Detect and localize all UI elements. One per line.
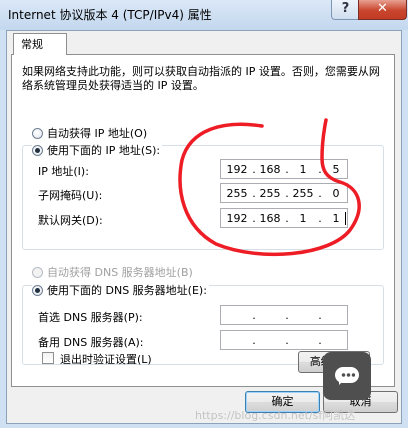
mask-octet-1: 255 [226, 187, 248, 200]
ip-octet-1: 192 [226, 163, 248, 176]
mask-octet-3: 255 [292, 187, 314, 200]
title-bar: Internet 协议版本 4 (TCP/IPv4) 属性 ? ✕ [0, 0, 408, 30]
auto-dns-radio[interactable] [32, 266, 43, 278]
octet-separator: . [252, 309, 256, 322]
validate-on-exit-label: 退出时验证设置(L) [60, 353, 152, 366]
alternate-dns-input[interactable]: . . . [220, 330, 348, 350]
gateway-octet-1: 192 [226, 212, 248, 225]
manual-ip-radio[interactable] [32, 144, 43, 156]
octet-separator: . [285, 309, 289, 322]
octet-separator: . [318, 334, 322, 347]
gateway-octet-3: 1 [299, 212, 307, 225]
general-tab-panel: 如果网络支持此功能，则可以获取自动指派的 IP 设置。否则，您需要从网络系统管理… [11, 54, 395, 387]
auto-dns-option[interactable]: 自动获得 DNS 服务器地址(B) [32, 264, 193, 280]
octet-separator: . [252, 163, 256, 176]
default-gateway-label: 默认网关(D): [38, 214, 103, 227]
manual-dns-radio[interactable] [32, 284, 43, 296]
subnet-mask-label: 子网掩码(U): [38, 189, 103, 202]
gateway-octet-2: 168 [259, 212, 281, 225]
close-icon: ✕ [377, 1, 388, 16]
preferred-dns-input[interactable]: . . . [220, 305, 348, 325]
octet-separator: . [318, 212, 322, 225]
description-text: 如果网络支持此功能，则可以获取自动指派的 IP 设置。否则，您需要从网络系统管理… [22, 65, 380, 92]
mask-octet-4: 0 [332, 187, 340, 200]
octet-separator: . [318, 163, 322, 176]
octet-separator: . [252, 187, 256, 200]
auto-ip-radio[interactable] [32, 127, 43, 139]
ip-octet-3: 1 [299, 163, 307, 176]
octet-separator: . [285, 163, 289, 176]
text-caret [345, 212, 346, 225]
close-button[interactable]: ✕ [358, 0, 407, 20]
tab-general[interactable]: 常规 [13, 33, 67, 55]
mask-octet-2: 255 [259, 187, 281, 200]
ip-octet-4: 5 [332, 163, 340, 176]
auto-dns-label: 自动获得 DNS 服务器地址(B) [47, 266, 193, 279]
auto-ip-option[interactable]: 自动获得 IP 地址(O) [32, 125, 147, 141]
octet-separator: . [285, 212, 289, 225]
auto-ip-label: 自动获得 IP 地址(O) [47, 127, 148, 140]
octet-separator: . [318, 187, 322, 200]
octet-separator: . [252, 334, 256, 347]
ip-octet-2: 168 [259, 163, 281, 176]
octet-separator: . [318, 309, 322, 322]
watermark-text: https://blog.csdn.net/sf阿凯达 [195, 409, 356, 422]
help-button[interactable]: ? [331, 0, 360, 20]
subnet-mask-input[interactable]: 255 . 255 . 255 . 0 [220, 183, 348, 203]
ip-address-label: IP 地址(I): [38, 165, 89, 178]
chat-icon[interactable] [323, 352, 371, 400]
validate-on-exit-checkbox[interactable] [42, 352, 54, 364]
preferred-dns-label: 首选 DNS 服务器(P): [38, 311, 143, 324]
window-title: Internet 协议版本 4 (TCP/IPv4) 属性 [8, 8, 212, 22]
manual-dns-label: 使用下面的 DNS 服务器地址(E): [47, 284, 207, 297]
chat-dots-icon [341, 373, 355, 377]
manual-ip-label: 使用下面的 IP 地址(S): [47, 144, 161, 157]
ip-address-input[interactable]: 192 . 168 . 1 . 5 [220, 159, 348, 179]
manual-dns-option[interactable]: 使用下面的 DNS 服务器地址(E): [32, 282, 209, 298]
octet-separator: . [285, 334, 289, 347]
octet-separator: . [252, 212, 256, 225]
octet-separator: . [285, 187, 289, 200]
help-icon: ? [341, 1, 350, 16]
alternate-dns-label: 备用 DNS 服务器(A): [38, 336, 144, 349]
manual-ip-option[interactable]: 使用下面的 IP 地址(S): [32, 142, 163, 158]
default-gateway-input[interactable]: 192 . 168 . 1 . 1 [220, 208, 348, 228]
chat-bubble-icon [335, 367, 359, 385]
